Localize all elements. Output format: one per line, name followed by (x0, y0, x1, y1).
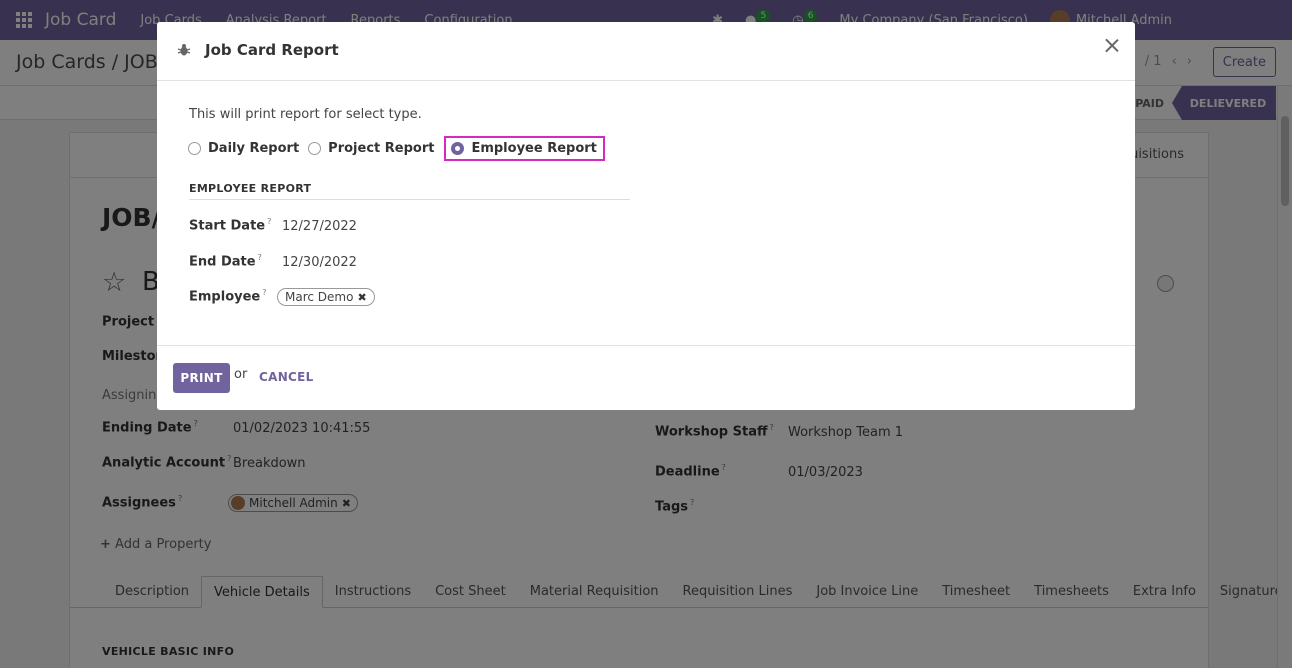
radio-button[interactable] (308, 142, 322, 155)
start-date-field[interactable]: 12/27/2022 (282, 219, 357, 234)
cancel-button[interactable]: CANCEL (259, 370, 314, 384)
bug-icon (177, 44, 191, 56)
radio-label: Project Report (328, 141, 435, 156)
end-date-label: End Date? (189, 253, 262, 270)
employee-tag-label: Marc Demo (285, 290, 354, 304)
dialog-footer: PRINT or CANCEL (157, 345, 1135, 410)
radio-label: Employee Report (471, 141, 597, 156)
remove-tag-icon[interactable]: ✖ (357, 291, 366, 304)
radio-button[interactable] (188, 142, 201, 155)
employee-label: Employee? (189, 288, 267, 305)
radio-button-checked[interactable] (451, 142, 465, 155)
dialog-header: Job Card Report (157, 22, 1135, 81)
dialog-intro-text: This will print report for select type. (189, 107, 422, 122)
radio-project-report[interactable]: Project Report (308, 141, 434, 156)
radio-label: Daily Report (208, 141, 300, 156)
report-type-radio-group: Daily Report Project Report Employee Rep… (188, 136, 614, 161)
radio-daily-report[interactable]: Daily Report (188, 141, 299, 156)
job-card-report-dialog: Job Card Report This will print report f… (157, 22, 1135, 410)
or-text: or (234, 367, 248, 382)
employee-tag[interactable]: Marc Demo ✖ (277, 288, 375, 306)
start-date-label: Start Date? (189, 217, 272, 234)
employee-report-group-title: EMPLOYEE REPORT (189, 182, 630, 200)
print-button[interactable]: PRINT (173, 363, 230, 393)
radio-employee-report[interactable]: Employee Report (444, 136, 605, 161)
close-icon[interactable] (1101, 34, 1123, 56)
dialog-title: Job Card Report (205, 41, 339, 59)
end-date-field[interactable]: 12/30/2022 (282, 255, 357, 270)
